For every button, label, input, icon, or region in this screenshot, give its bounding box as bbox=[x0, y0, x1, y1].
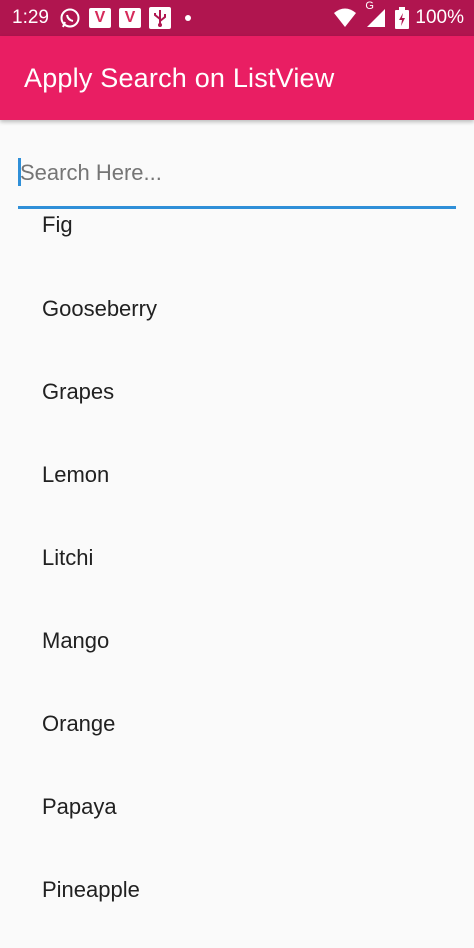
list-item[interactable]: Gooseberry bbox=[42, 296, 157, 322]
whatsapp-icon bbox=[59, 7, 81, 29]
network-type-label: G bbox=[365, 0, 374, 12]
status-right: G 100% bbox=[333, 0, 464, 29]
list-item[interactable]: Lemon bbox=[42, 462, 109, 488]
list-item[interactable]: Grapes bbox=[42, 379, 114, 405]
list-item[interactable]: Papaya bbox=[42, 794, 117, 820]
usb-icon bbox=[148, 7, 171, 29]
list-item[interactable]: Fig bbox=[42, 212, 73, 238]
list-item[interactable]: Litchi bbox=[42, 545, 93, 571]
fruit-list[interactable]: Fig Gooseberry Grapes Lemon Litchi Mango… bbox=[0, 212, 474, 948]
list-item[interactable]: Orange bbox=[42, 711, 115, 737]
app-bar: Apply Search on ListView bbox=[0, 36, 474, 120]
dot-icon bbox=[184, 15, 191, 21]
page-title: Apply Search on ListView bbox=[24, 62, 335, 93]
battery-icon bbox=[395, 7, 410, 29]
battery-percent: 100% bbox=[415, 7, 464, 28]
list-item[interactable]: Pineapple bbox=[42, 877, 140, 903]
vivaldi-icon: V bbox=[118, 8, 141, 28]
status-time: 1:29 bbox=[12, 7, 49, 28]
signal-icon: G bbox=[365, 0, 387, 28]
vivaldi-icon: V bbox=[88, 8, 111, 28]
text-cursor bbox=[18, 158, 21, 186]
status-bar: 1:29 V V G 100% bbox=[0, 0, 474, 36]
list-item[interactable]: Mango bbox=[42, 628, 109, 654]
search-field[interactable] bbox=[18, 145, 458, 209]
wifi-icon bbox=[333, 8, 357, 28]
search-input[interactable] bbox=[18, 153, 458, 193]
